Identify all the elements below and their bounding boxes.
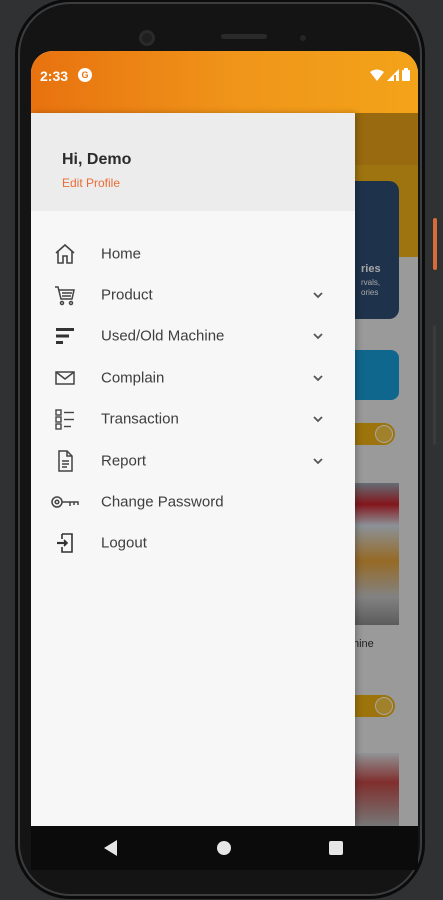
menu-item-report[interactable]: Report <box>31 440 355 481</box>
menu-item-label: Report <box>101 452 147 470</box>
logout-icon <box>57 533 73 554</box>
chevron-down-icon[interactable] <box>311 329 325 343</box>
menu-item-label: Complain <box>101 369 165 387</box>
chevron-down-icon[interactable] <box>311 288 325 302</box>
mail-icon <box>55 371 75 385</box>
home-button-icon[interactable] <box>217 841 231 855</box>
menu-item-home[interactable]: Home <box>31 233 355 274</box>
menu-item-label: Logout <box>101 534 147 552</box>
key-icon <box>51 496 79 508</box>
screen: 2:33 G ries rvals, ories hine Hi, Demo E… <box>31 51 418 826</box>
home-icon <box>55 243 75 264</box>
menu-item-used-old-machine[interactable]: Used/Old Machine <box>31 316 355 357</box>
recents-icon[interactable] <box>329 841 343 855</box>
back-icon[interactable] <box>104 840 118 856</box>
menu-item-label: Change Password <box>101 493 224 511</box>
power-button <box>433 325 436 445</box>
user-greeting: Hi, Demo <box>62 151 132 168</box>
menu-item-product[interactable]: Product <box>31 274 355 315</box>
cart-icon <box>55 286 75 306</box>
volume-button <box>433 218 437 270</box>
navigation-drawer: Hi, Demo Edit Profile Home Product Used/… <box>31 113 355 826</box>
chevron-down-icon[interactable] <box>311 454 325 468</box>
menu-item-complain[interactable]: Complain <box>31 357 355 398</box>
menu-item-label: Used/Old Machine <box>101 327 225 345</box>
chevron-down-icon[interactable] <box>311 412 325 426</box>
menu-item-logout[interactable]: Logout <box>31 523 355 564</box>
menu-item-label: Home <box>101 245 142 263</box>
drawer-menu: Home Product Used/Old Machine Complain T… <box>31 233 355 564</box>
status-icons <box>370 68 410 81</box>
menu-item-change-password[interactable]: Change Password <box>31 481 355 522</box>
app-notification-icon: G <box>78 68 92 82</box>
checklist-icon <box>55 409 74 430</box>
signal-icon <box>387 68 399 81</box>
sort-icon <box>56 328 74 345</box>
menu-item-transaction[interactable]: Transaction <box>31 399 355 440</box>
system-navigation-bar <box>31 826 418 870</box>
drawer-header: Hi, Demo Edit Profile <box>31 113 355 211</box>
menu-item-label: Transaction <box>101 410 179 428</box>
document-icon <box>58 449 73 472</box>
battery-icon <box>402 68 410 81</box>
status-time: 2:33 <box>40 68 69 84</box>
status-bar: 2:33 G <box>31 51 418 113</box>
edit-profile-link[interactable]: Edit Profile <box>62 176 120 190</box>
menu-item-label: Product <box>101 286 153 304</box>
front-camera <box>139 30 155 46</box>
proximity-sensor <box>300 35 306 41</box>
chevron-down-icon[interactable] <box>311 371 325 385</box>
earpiece-speaker <box>221 34 267 39</box>
wifi-icon <box>370 69 384 81</box>
